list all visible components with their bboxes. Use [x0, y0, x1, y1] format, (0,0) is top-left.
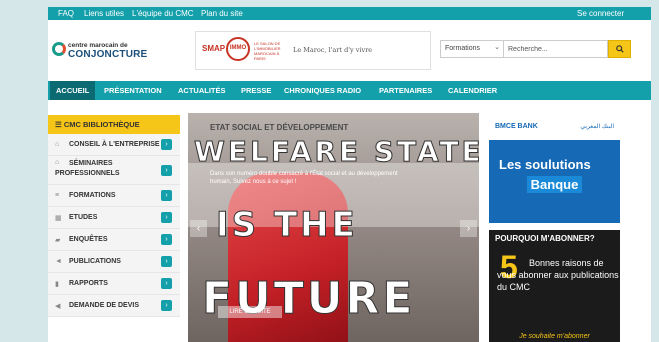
slider-next-button[interactable]: ›	[460, 220, 477, 237]
logo-line-2: CONJONCTURE	[68, 49, 148, 60]
logo-mark-icon	[52, 42, 66, 56]
library-sidebar: ☰ CMC BIBLIOTHÈQUE ⌂ CONSEIL À L'ENTREPR…	[48, 115, 180, 317]
topbar-link-liens-utiles[interactable]: Liens utiles	[84, 8, 124, 19]
subscribe-ad[interactable]: POURQUOI M'ABONNER? 5 Bonnes raisons de …	[489, 230, 620, 342]
nav-item-partenaires[interactable]: PARTENAIRES	[373, 81, 438, 100]
grid-icon: ▦	[55, 215, 62, 222]
sidebar-item-etudes[interactable]: ▦ ETUDES ›	[48, 207, 180, 229]
top-bar: FAQ Liens utiles L'équipe du CMC Plan du…	[48, 7, 651, 20]
list-icon: ≡	[55, 192, 60, 199]
chevron-down-icon: ⌄	[494, 44, 500, 51]
sidebar-title: ☰ CMC BIBLIOTHÈQUE	[48, 115, 180, 134]
main-nav: ACCUEIL PRÉSENTATION ACTUALITÉS PRESSE C…	[48, 81, 651, 100]
list-icon: ☰	[55, 120, 64, 129]
nav-item-calendrier[interactable]: CALENDRIER	[442, 81, 503, 100]
chevron-right-icon: ›	[161, 212, 172, 223]
nav-item-presentation[interactable]: PRÉSENTATION	[98, 81, 168, 100]
bank-icon: ⌂	[55, 141, 60, 148]
nav-item-presse[interactable]: PRESSE	[235, 81, 277, 100]
sidebar-item-formations[interactable]: ≡ FORMATIONS ›	[48, 185, 180, 207]
chevron-right-icon: ›	[161, 190, 172, 201]
topbar-link-plan-du-site[interactable]: Plan du site	[201, 8, 243, 19]
sidebar-item-publications[interactable]: ◄ PUBLICATIONS ›	[48, 251, 180, 273]
bank-ad-line-1: Les soulutions	[499, 157, 591, 172]
banner-brand: SMAP	[202, 44, 226, 53]
featured-slider[interactable]: ETAT SOCIAL ET DÉVELOPPEMENT Dans son nu…	[188, 113, 479, 342]
slider-prev-button[interactable]: ‹	[190, 220, 207, 237]
topbar-link-faq[interactable]: FAQ	[58, 8, 74, 19]
slider-title: ETAT SOCIAL ET DÉVELOPPEMENT	[210, 123, 349, 132]
sidebar-item-seminaires[interactable]: ⌂ SÉMINAIRES PROFESSIONNELS ›	[48, 156, 180, 185]
site-logo[interactable]: centre marocain de CONJONCTURE	[52, 38, 172, 64]
banner-circle: IMMO	[226, 37, 250, 61]
bank-ad-line-2: Banque	[489, 176, 620, 193]
chevron-right-icon: ›	[161, 234, 172, 245]
chevron-right-icon: ›	[161, 300, 172, 311]
page-container: centre marocain de CONJONCTURE SMAP IMMO…	[48, 20, 651, 342]
nav-item-actualites[interactable]: ACTUALITÉS	[172, 81, 232, 100]
chart-icon: ▮	[55, 281, 59, 288]
sidebar-item-enquetes[interactable]: ▰ ENQUÊTES ›	[48, 229, 180, 251]
sidebar-item-devis[interactable]: ◀ DEMANDE DE DEVIS ›	[48, 295, 180, 317]
banner-tagline: Le Maroc, l'art d'y vivre	[293, 46, 373, 54]
send-icon: ◀	[55, 303, 61, 310]
nav-item-chroniques-radio[interactable]: CHRONIQUES RADIO	[278, 81, 367, 100]
bank-ad[interactable]: BMCE BANK البنك المغربي Les soulutions B…	[489, 114, 620, 223]
topbar-link-equipe[interactable]: L'équipe du CMC	[132, 8, 194, 19]
read-more-button[interactable]: LIRE LA SUITE	[218, 306, 282, 318]
search-input[interactable]	[504, 40, 608, 58]
megaphone-icon: ◄	[55, 258, 62, 265]
slider-body: Dans son numéro double consacré à l'État…	[210, 171, 398, 185]
bank-ad-header: BMCE BANK البنك المغربي	[489, 114, 620, 140]
select-value: Formations	[445, 45, 481, 52]
chat-icon: ▰	[55, 237, 61, 244]
banner-circle-text: IMMO	[229, 45, 247, 51]
chevron-right-icon: ›	[161, 165, 172, 176]
subscribe-text: Bonnes raisons de vous abonner aux publi…	[497, 258, 619, 292]
slider-headline-1: WELFARE STATE	[194, 135, 479, 169]
chevron-right-icon: ›	[161, 278, 172, 289]
nav-item-accueil[interactable]: ACCUEIL	[50, 81, 96, 100]
logo-line-1: centre marocain de	[68, 42, 128, 49]
search-icon	[615, 45, 624, 53]
chevron-right-icon: ›	[161, 139, 172, 150]
login-link[interactable]: Se connecter	[577, 8, 624, 19]
slider-headline-2: IS THE	[216, 205, 358, 246]
subscribe-button[interactable]: Je souhaite m'abonner	[489, 333, 620, 340]
subscribe-title: POURQUOI M'ABONNER?	[495, 234, 595, 243]
search-category-select[interactable]: Formations ⌄	[440, 40, 504, 58]
search-bar: Formations ⌄	[440, 40, 631, 58]
sidebar-item-conseil[interactable]: ⌂ CONSEIL À L'ENTREPRISE ›	[48, 134, 180, 156]
bank-arabic-name: البنك المغربي	[580, 124, 614, 130]
sidebar-item-rapports[interactable]: ▮ RAPPORTS ›	[48, 273, 180, 295]
header-ad-banner[interactable]: SMAP IMMO LE SALON DE L'IMMOBILIER MAROC…	[195, 31, 431, 70]
chevron-right-icon: ›	[161, 256, 172, 267]
search-button[interactable]	[608, 40, 631, 58]
bank-name: BMCE BANK	[495, 123, 538, 130]
banner-small-text: LE SALON DE L'IMMOBILIER MAROCAIN À PARI…	[254, 41, 281, 61]
